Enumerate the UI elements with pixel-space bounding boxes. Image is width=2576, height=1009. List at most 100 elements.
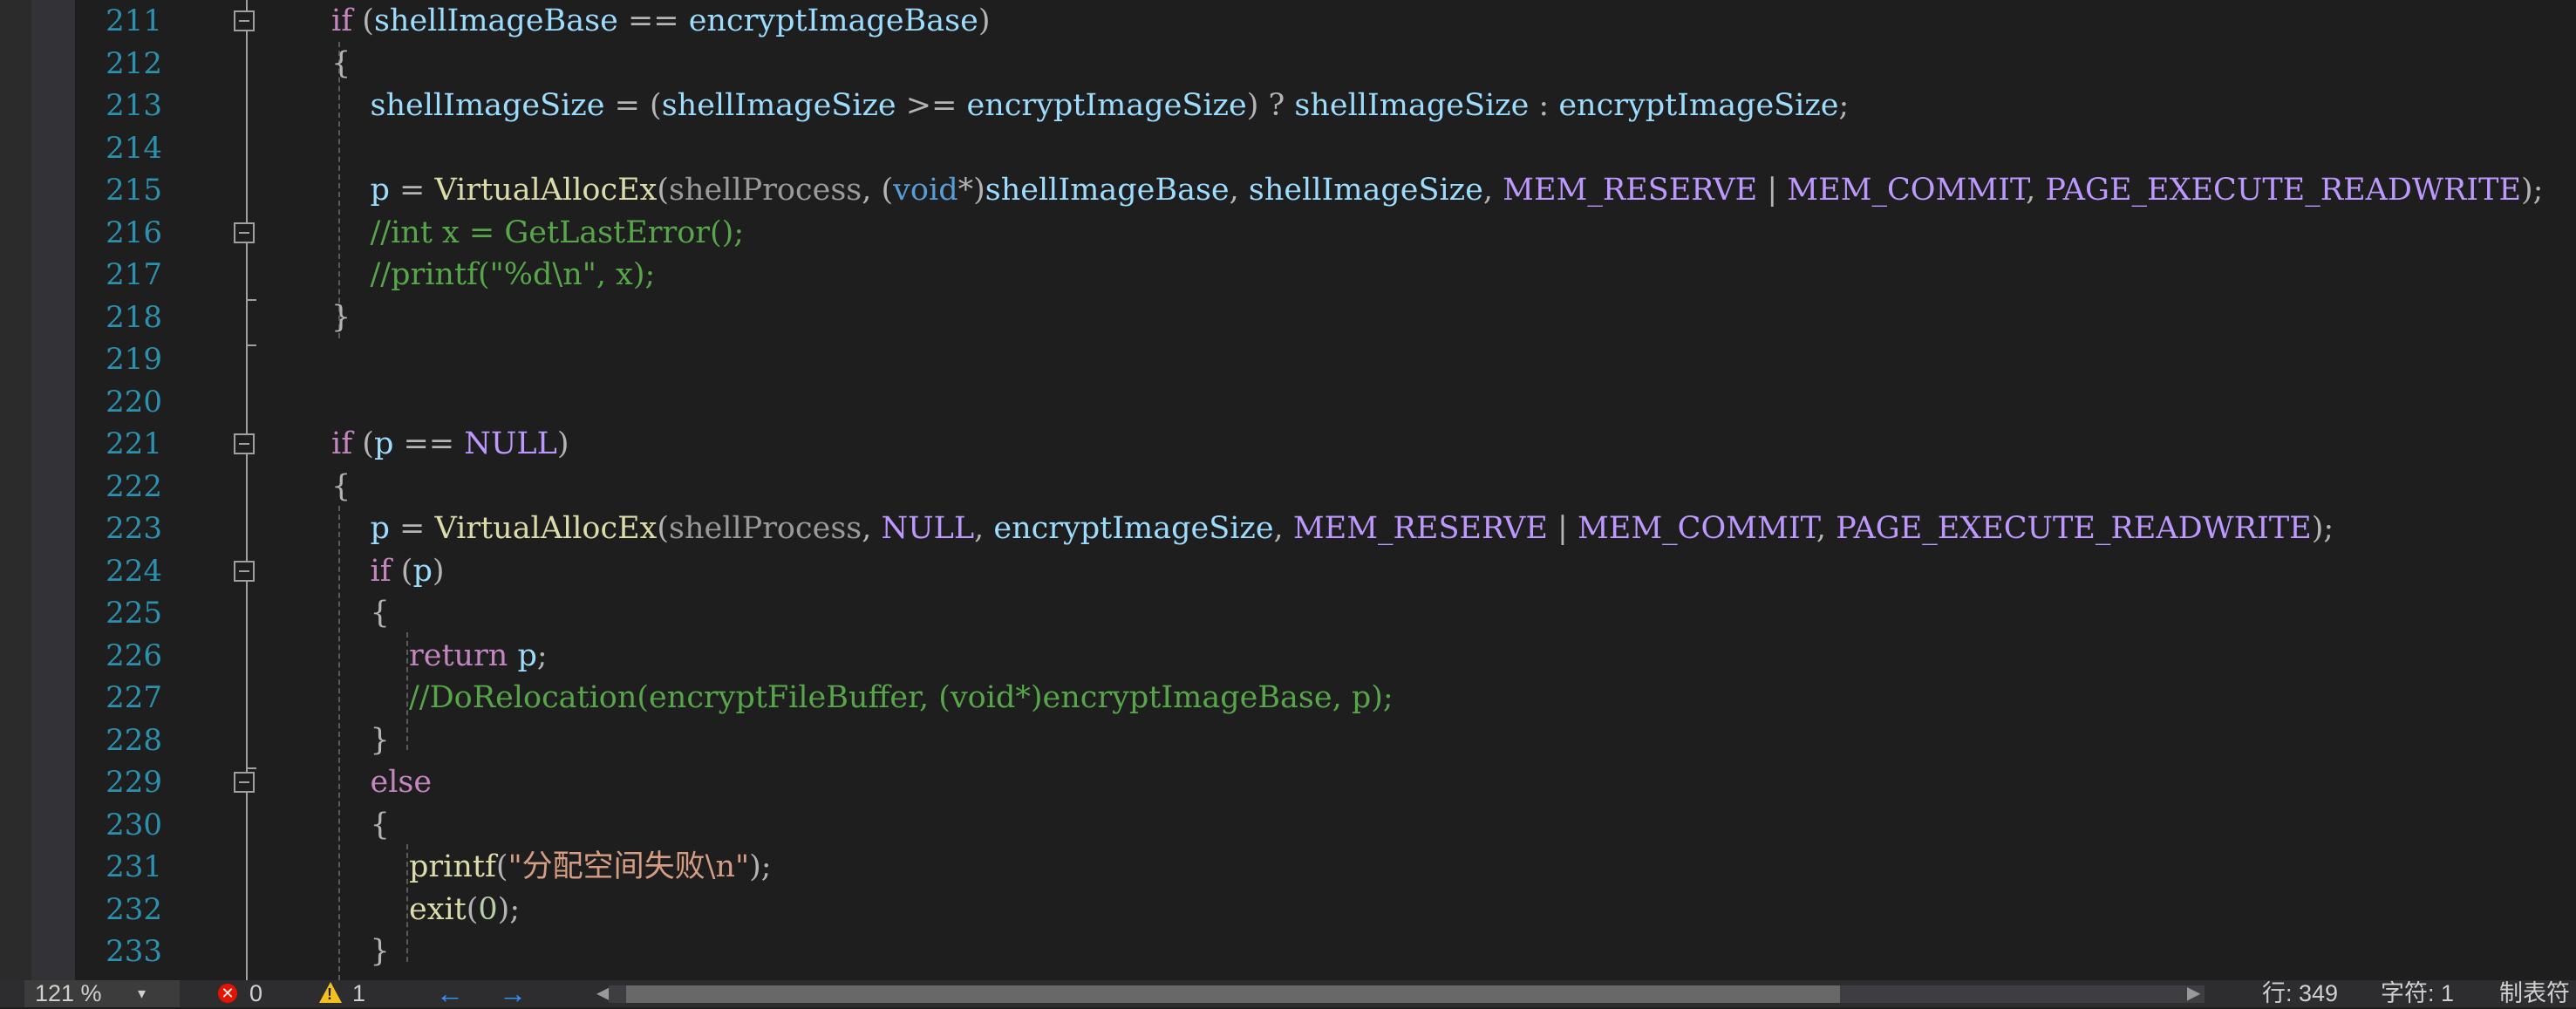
code-line[interactable]: 232 exit(0);	[0, 889, 2576, 931]
code-line[interactable]: 229 else	[0, 761, 2576, 804]
code-token: p	[370, 173, 390, 208]
code-token: shellImageBase	[985, 173, 1230, 208]
code-line[interactable]: 214	[0, 127, 2576, 170]
navigate-back-icon[interactable]: ←	[436, 979, 464, 1007]
line-number: 221	[106, 426, 162, 461]
code-line[interactable]: 230 {	[0, 804, 2576, 847]
code-text[interactable]: }	[331, 931, 390, 972]
code-line[interactable]: 231 printf("分配空间失败\n");	[0, 846, 2576, 889]
code-editor[interactable]: 211 if (shellImageBase == encryptImageBas…	[0, 0, 2576, 980]
code-line[interactable]: 218}	[0, 297, 2576, 339]
line-number: 231	[106, 849, 162, 884]
code-token: {	[331, 45, 351, 81]
code-text[interactable]: {	[331, 592, 390, 634]
code-line[interactable]: 212 {	[0, 43, 2576, 85]
collapse-toggle-icon[interactable]	[234, 10, 255, 31]
code-line[interactable]: 233 }	[0, 931, 2576, 973]
line-number: 226	[106, 637, 162, 673]
code-token: );	[2521, 173, 2544, 208]
warning-icon[interactable]: !	[319, 982, 342, 1003]
code-token: else	[370, 765, 433, 800]
code-line[interactable]: 225 {	[0, 592, 2576, 635]
code-text[interactable]: p = VirtualAllocEx(shellProcess, NULL, e…	[331, 508, 2334, 549]
code-text[interactable]: if (p)	[331, 550, 445, 592]
code-lines[interactable]: 211 if (shellImageBase == encryptImageBas…	[0, 0, 2576, 980]
code-token: return	[409, 637, 508, 673]
code-line[interactable]: 227 //DoRelocation(encryptFileBuffer, (v…	[0, 677, 2576, 719]
code-text[interactable]: if (p == NULL)	[331, 423, 569, 465]
line-number: 216	[106, 215, 162, 250]
code-text[interactable]: p = VirtualAllocEx(shellProcess, (void*)…	[331, 169, 2544, 211]
error-icon[interactable]: ✕	[218, 984, 237, 1003]
code-token: PAGE_EXECUTE_READWRITE	[2045, 173, 2522, 208]
collapse-toggle-icon[interactable]	[234, 560, 255, 582]
code-text[interactable]: //int x = GetLastError();	[331, 212, 745, 254]
line-number: 224	[106, 553, 162, 589]
collapse-toggle-icon[interactable]	[234, 433, 255, 454]
line-number: 229	[106, 765, 162, 800]
code-token: (	[352, 3, 374, 38]
line-number: 215	[106, 173, 162, 208]
code-line[interactable]: 215 p = VirtualAllocEx(shellProcess, (vo…	[0, 169, 2576, 212]
line-number: 213	[106, 88, 162, 123]
code-text[interactable]: shellImageSize = (shellImageSize >= encr…	[331, 85, 1850, 126]
code-line[interactable]: 224 if (p)	[0, 550, 2576, 593]
code-text[interactable]: {	[331, 466, 351, 508]
code-token: VirtualAllocEx	[434, 173, 658, 208]
code-token: shellImageSize	[1294, 88, 1530, 123]
code-text[interactable]: printf("分配空间失败\n");	[331, 846, 772, 888]
code-text[interactable]: }	[331, 719, 390, 761]
code-token: encryptImageSize	[993, 511, 1274, 546]
line-number: 222	[106, 468, 162, 504]
code-text[interactable]: //DoRelocation(encryptFileBuffer, (void*…	[331, 677, 1394, 719]
code-line[interactable]: 226 return p;	[0, 635, 2576, 678]
code-text[interactable]: return p;	[331, 635, 548, 677]
zoom-dropdown[interactable]: 121 % ▾	[24, 980, 180, 1007]
code-text[interactable]: else	[331, 761, 433, 803]
code-token: if	[370, 553, 392, 589]
code-line[interactable]: 223 p = VirtualAllocEx(shellProcess, NUL…	[0, 508, 2576, 550]
code-line[interactable]: 228 }	[0, 719, 2576, 762]
code-token: , (	[862, 173, 894, 208]
code-token: ==	[617, 3, 689, 38]
code-text[interactable]: {	[331, 804, 390, 846]
chevron-down-icon: ▾	[138, 985, 147, 1002]
code-text[interactable]: if (shellImageBase == encryptImageBase)	[331, 0, 990, 42]
code-text[interactable]: }	[331, 297, 351, 338]
code-token: //printf("%d\n", x);	[370, 257, 656, 292]
code-line[interactable]: 219	[0, 338, 2576, 381]
warning-count[interactable]: 1	[352, 980, 365, 1007]
code-line[interactable]: 213 shellImageSize = (shellImageSize >= …	[0, 85, 2576, 127]
code-text[interactable]: //printf("%d\n", x);	[331, 254, 656, 296]
code-token: *)	[957, 173, 985, 208]
code-line[interactable]: 222 {	[0, 466, 2576, 508]
horizontal-scrollbar-thumb[interactable]	[626, 985, 1840, 1003]
tab-indicator[interactable]: 制表符	[2499, 980, 2570, 1007]
line-number: 211	[106, 3, 162, 38]
scroll-right-icon[interactable]: ▶	[2187, 980, 2200, 1007]
error-count[interactable]: 0	[249, 980, 262, 1007]
line-number: 225	[106, 596, 162, 631]
code-line[interactable]: 221 if (p == NULL)	[0, 423, 2576, 466]
navigate-forward-icon[interactable]: →	[499, 979, 527, 1007]
collapse-toggle-icon[interactable]	[234, 222, 255, 243]
code-token: encryptImageBase	[688, 3, 978, 38]
code-text[interactable]: {	[331, 43, 351, 85]
collapse-toggle-icon[interactable]	[234, 772, 255, 793]
line-number: 220	[106, 384, 162, 419]
code-line[interactable]: 217 //printf("%d\n", x);	[0, 254, 2576, 297]
code-line[interactable]: 216 //int x = GetLastError();	[0, 212, 2576, 255]
code-line[interactable]: 211 if (shellImageBase == encryptImageBas…	[0, 0, 2576, 43]
code-line[interactable]: 220	[0, 381, 2576, 424]
code-token: ,	[1229, 173, 1249, 208]
code-token: MEM_COMMIT	[1787, 173, 2027, 208]
code-token: shellImageSize	[1248, 173, 1483, 208]
code-token: |	[1547, 511, 1578, 546]
code-text[interactable]: exit(0);	[331, 889, 520, 931]
line-indicator[interactable]: 行: 349	[2262, 980, 2338, 1007]
line-number: 217	[106, 257, 162, 292]
code-token: }	[331, 299, 351, 335]
char-indicator[interactable]: 字符: 1	[2381, 980, 2454, 1007]
